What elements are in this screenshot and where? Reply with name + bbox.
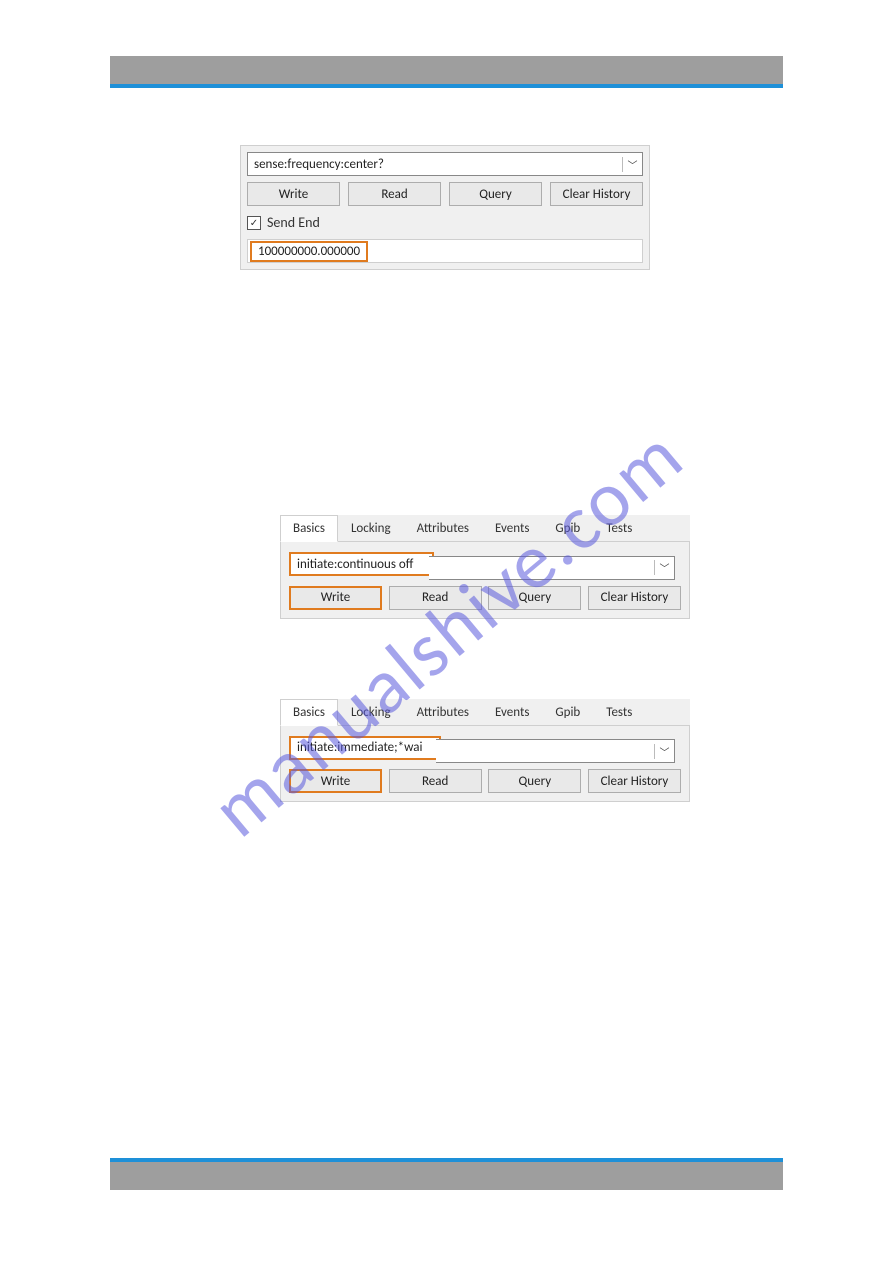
button-row-1: Write Read Query Clear History: [247, 182, 643, 206]
command-text-2: initiate:continuous off: [291, 557, 432, 572]
tab-attributes[interactable]: Attributes: [404, 515, 482, 541]
query-button[interactable]: Query: [488, 769, 581, 793]
command-combo-3-highlighted[interactable]: initiate:immediate;*wai: [289, 736, 441, 760]
result-value: 100000000.000000: [250, 241, 368, 262]
tab-gpib[interactable]: Gpib: [542, 699, 593, 725]
command-combo-1[interactable]: sense:frequency:center? ﹀: [247, 152, 643, 176]
query-button[interactable]: Query: [488, 586, 581, 610]
tabs-row-2: Basics Locking Attributes Events Gpib Te…: [280, 515, 690, 542]
command-text-3: initiate:immediate;*wai: [291, 740, 439, 755]
command-text-1: sense:frequency:center?: [248, 157, 622, 172]
write-button[interactable]: Write: [247, 182, 340, 206]
button-row-2: Write Read Query Clear History: [289, 586, 681, 610]
scpi-panel-2: initiate:continuous off ﹀ Write Read Que…: [280, 542, 690, 619]
chevron-down-icon[interactable]: ﹀: [622, 157, 642, 172]
write-button[interactable]: Write: [289, 586, 382, 610]
tab-locking[interactable]: Locking: [338, 699, 404, 725]
tab-events[interactable]: Events: [482, 699, 542, 725]
tab-tests[interactable]: Tests: [593, 699, 645, 725]
clear-history-button[interactable]: Clear History: [588, 769, 681, 793]
tab-basics[interactable]: Basics: [280, 515, 338, 542]
read-button[interactable]: Read: [348, 182, 441, 206]
tab-events[interactable]: Events: [482, 515, 542, 541]
read-button[interactable]: Read: [389, 769, 482, 793]
scpi-panel-3: initiate:immediate;*wai ﹀ Write Read Que…: [280, 726, 690, 803]
read-button[interactable]: Read: [389, 586, 482, 610]
header-blue-rule: [110, 84, 783, 88]
tab-gpib[interactable]: Gpib: [542, 515, 593, 541]
send-end-label: Send End: [267, 214, 320, 231]
header-gray-bar: [110, 56, 783, 84]
chevron-down-icon[interactable]: ﹀: [654, 744, 674, 759]
tab-locking[interactable]: Locking: [338, 515, 404, 541]
result-display: 100000000.000000: [247, 239, 643, 263]
chevron-down-icon[interactable]: ﹀: [654, 560, 674, 575]
command-combo-2-highlighted[interactable]: initiate:continuous off: [289, 552, 434, 576]
footer-gray-bar: [110, 1162, 783, 1190]
send-end-row: ✓ Send End: [247, 212, 643, 233]
send-end-checkbox[interactable]: ✓: [247, 216, 261, 230]
write-button[interactable]: Write: [289, 769, 382, 793]
command-combo-3-tail[interactable]: ﹀: [436, 739, 675, 763]
scpi-panel-1: sense:frequency:center? ﹀ Write Read Que…: [240, 145, 650, 270]
clear-history-button[interactable]: Clear History: [550, 182, 643, 206]
content-area: sense:frequency:center? ﹀ Write Read Que…: [110, 145, 783, 802]
button-row-3: Write Read Query Clear History: [289, 769, 681, 793]
clear-history-button[interactable]: Clear History: [588, 586, 681, 610]
tab-basics[interactable]: Basics: [280, 699, 338, 726]
tab-tests[interactable]: Tests: [593, 515, 645, 541]
tabs-row-3: Basics Locking Attributes Events Gpib Te…: [280, 699, 690, 726]
tab-attributes[interactable]: Attributes: [404, 699, 482, 725]
command-combo-2-tail[interactable]: ﹀: [429, 556, 675, 580]
query-button[interactable]: Query: [449, 182, 542, 206]
